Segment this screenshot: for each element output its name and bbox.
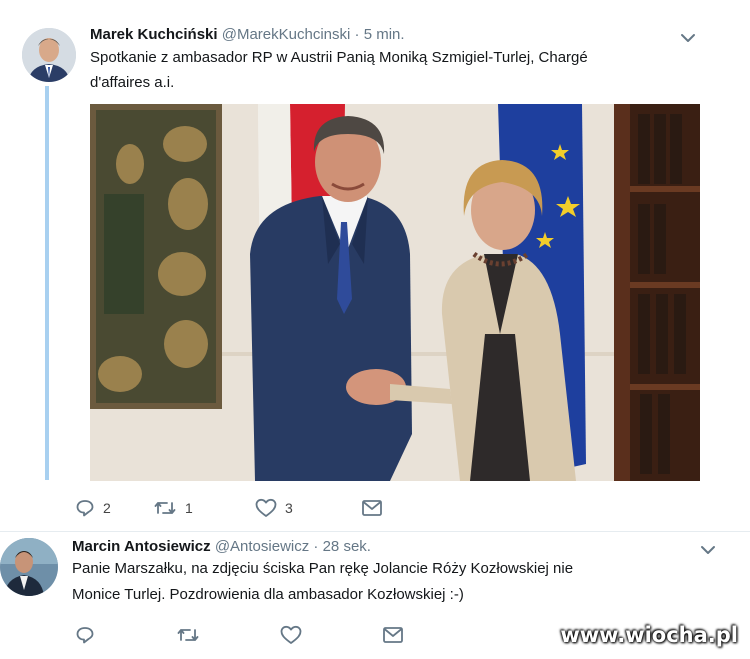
author-handle[interactable]: @MarekKuchcinski [222,26,351,43]
separator-dot: · [354,26,360,43]
reply-button[interactable]: 2 [75,498,153,518]
tweet-photo[interactable] [90,104,700,481]
message-icon [362,500,382,516]
tweet-text: Panie Marszałku, na zdjęciu ściska Pan r… [72,556,712,608]
tweet-text-line: Monice Turlej. Pozdrowienia dla ambasado… [72,586,464,603]
tweet-actions [75,625,404,645]
author-name[interactable]: Marek Kuchciński [90,26,218,43]
avatar[interactable] [22,28,76,82]
tweet-1[interactable]: Marek Kuchciński @MarekKuchcinski · 5 mi… [0,0,750,530]
message-button[interactable] [361,499,383,517]
message-icon [383,627,403,643]
like-button[interactable]: 3 [255,498,361,518]
reply-icon [76,627,94,644]
avatar[interactable] [0,538,58,596]
reply-icon [76,500,94,517]
like-icon [255,498,277,517]
tweet-2[interactable]: Marcin Antosiewicz @Antosiewicz · 28 sek… [0,532,750,659]
author-handle[interactable]: @Antosiewicz [215,538,309,555]
retweet-icon [154,502,176,514]
separator-dot: · [313,538,319,555]
timestamp[interactable]: 28 sek. [323,538,371,555]
tweet-text: Spotkanie z ambasador RP w Austrii Panią… [90,45,690,95]
photo-illustration [90,104,700,481]
thread-line [45,86,49,480]
like-count: 3 [285,500,293,516]
tweet-text-line: d'affaires a.i. [90,74,175,91]
tweet-text-line: Spotkanie z ambasador RP w Austrii Panią… [90,49,588,66]
tweet-header: Marek Kuchciński @MarekKuchcinski · 5 mi… [90,26,405,43]
retweet-button[interactable]: 1 [153,498,255,518]
reply-count: 2 [103,500,111,516]
message-button[interactable] [382,626,404,644]
retweet-count: 1 [185,500,193,516]
tweet-actions: 2 1 3 [75,498,383,518]
like-icon [280,625,302,644]
watermark: www.wiocha.pl [560,623,738,647]
reply-button[interactable] [75,625,176,645]
tweet-header: Marcin Antosiewicz @Antosiewicz · 28 sek… [72,538,371,555]
author-name[interactable]: Marcin Antosiewicz [72,538,211,555]
retweet-button[interactable] [176,625,280,645]
retweet-icon [177,629,199,641]
timestamp[interactable]: 5 min. [364,26,405,43]
like-button[interactable] [280,625,382,645]
tweet-text-line: Panie Marszałku, na zdjęciu ściska Pan r… [72,560,574,577]
